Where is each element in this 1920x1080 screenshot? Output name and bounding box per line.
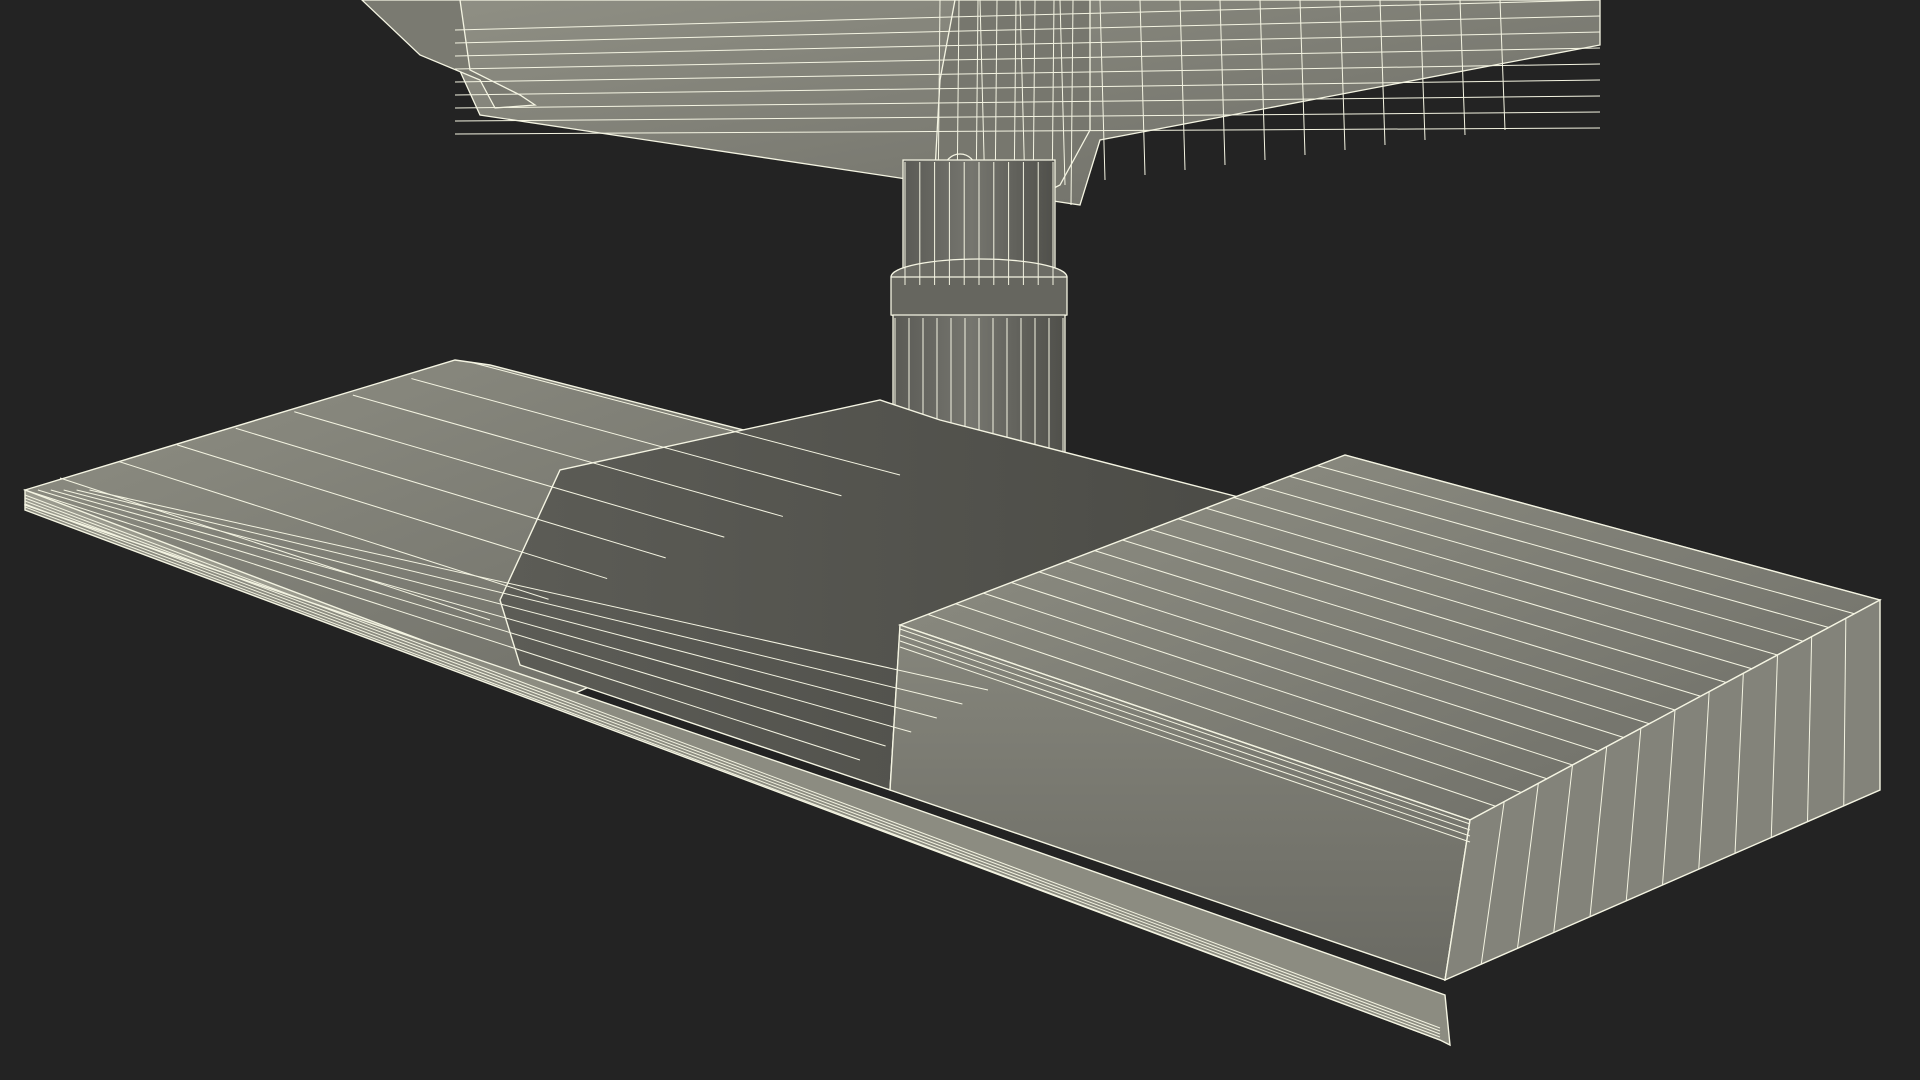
wireframe-scene <box>22 0 1882 1047</box>
base-plate <box>22 359 1882 1047</box>
render-viewport <box>0 0 1920 1080</box>
